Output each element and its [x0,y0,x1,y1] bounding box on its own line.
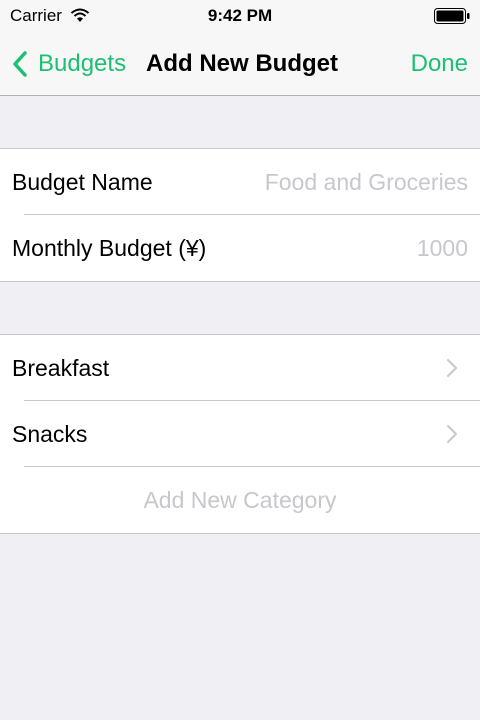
chevron-left-icon [13,50,27,77]
monthly-budget-label: Monthly Budget (¥) [12,234,207,261]
back-button[interactable]: Budgets [12,32,126,95]
done-button[interactable]: Done [411,32,468,95]
chevron-right-icon [447,425,457,443]
chevron-right-icon [447,359,457,377]
status-bar: Carrier 9:42 PM [0,0,480,32]
monthly-budget-input[interactable] [228,234,468,262]
budget-name-row[interactable]: Budget Name [0,149,480,215]
back-button-label: Budgets [38,49,127,77]
battery-icon [434,8,470,24]
navigation-bar: Budgets Add New Budget Done [0,32,480,96]
add-new-category-button[interactable]: Add New Category [0,487,480,514]
status-time: 9:42 PM [207,6,273,25]
budget-name-input[interactable] [228,168,468,196]
screen: Carrier 9:42 PM Budgets Add New Budget D… [0,0,480,720]
budget-name-label: Budget Name [12,168,153,195]
category-row-snacks[interactable]: Snacks [0,401,480,467]
monthly-budget-row[interactable]: Monthly Budget (¥) [0,215,480,281]
budget-details-group: Budget Name Monthly Budget (¥) [0,148,480,282]
page-title: Add New Budget [146,49,338,77]
category-label: Snacks [12,420,88,447]
category-row-breakfast[interactable]: Breakfast [0,335,480,401]
add-category-row[interactable]: Add New Category [0,467,480,533]
category-label: Breakfast [12,354,110,381]
categories-group: Breakfast Snacks Add New Category [0,334,480,534]
